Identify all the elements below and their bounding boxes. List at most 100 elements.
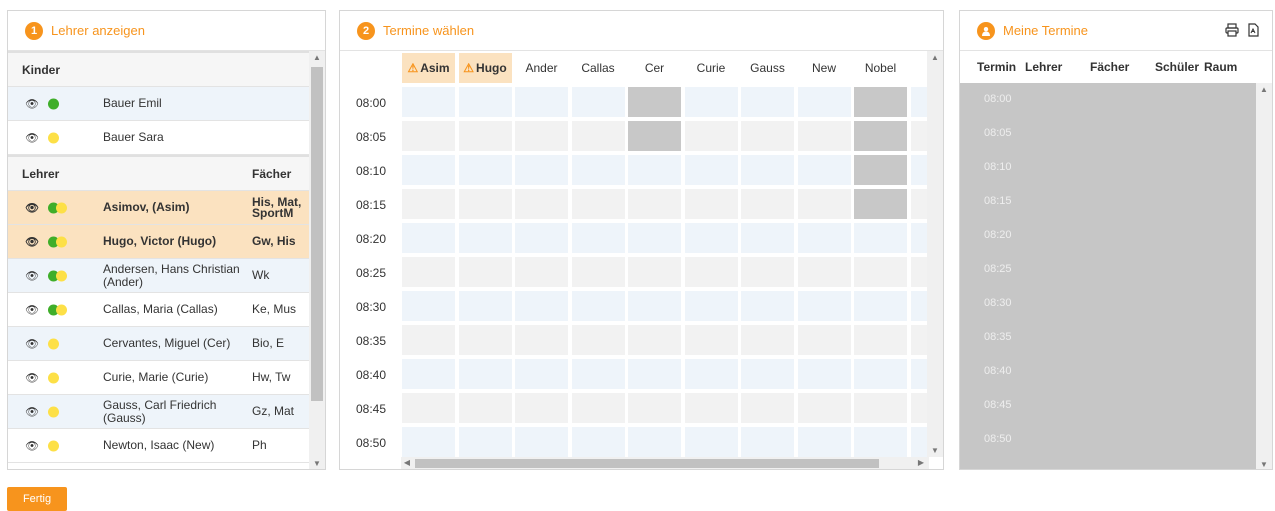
time-slot[interactable]: [571, 189, 625, 219]
time-slot[interactable]: [741, 121, 794, 151]
time-slot[interactable]: [515, 121, 568, 151]
time-slot[interactable]: [458, 359, 512, 389]
eye-icon[interactable]: 👁: [25, 371, 39, 384]
time-slot[interactable]: [571, 121, 625, 151]
time-slot[interactable]: [571, 325, 625, 355]
time-slot[interactable]: [571, 291, 625, 321]
time-slot[interactable]: [571, 359, 625, 389]
time-slot[interactable]: [741, 325, 794, 355]
time-slot[interactable]: [797, 87, 851, 117]
eye-icon[interactable]: 👁: [25, 303, 39, 316]
time-slot[interactable]: [402, 393, 455, 423]
time-slot[interactable]: [741, 189, 794, 219]
time-slot[interactable]: [628, 291, 681, 321]
time-slot[interactable]: [854, 291, 907, 321]
time-slot[interactable]: [571, 427, 625, 457]
time-slot[interactable]: [515, 427, 568, 457]
time-slot[interactable]: [515, 325, 568, 355]
eye-icon[interactable]: 👁: [25, 201, 39, 214]
time-slot[interactable]: [402, 257, 455, 287]
scroll-right-arrow-icon[interactable]: ▶: [915, 458, 927, 467]
time-slot[interactable]: [402, 325, 455, 355]
time-slot[interactable]: [741, 393, 794, 423]
scroll-down-arrow-icon[interactable]: ▼: [927, 446, 943, 455]
time-slot[interactable]: [515, 87, 568, 117]
time-slot[interactable]: [628, 223, 681, 253]
time-slot[interactable]: [797, 223, 851, 253]
time-slot[interactable]: [741, 87, 794, 117]
time-slot[interactable]: [684, 359, 738, 389]
teacher-column-header[interactable]: Nobel: [854, 53, 907, 83]
time-slot[interactable]: [458, 155, 512, 185]
time-slot[interactable]: [684, 87, 738, 117]
time-slot[interactable]: [402, 291, 455, 321]
teacher-row[interactable]: 👁 Asimov, (Asim) His, Mat, SportM: [8, 191, 311, 225]
time-slot[interactable]: [628, 359, 681, 389]
time-slot[interactable]: [797, 189, 851, 219]
time-slot[interactable]: [571, 87, 625, 117]
time-slot[interactable]: [741, 223, 794, 253]
time-slot[interactable]: [684, 257, 738, 287]
time-slot[interactable]: [571, 223, 625, 253]
time-slot[interactable]: [571, 393, 625, 423]
time-slot[interactable]: [628, 155, 681, 185]
child-row[interactable]: 👁 Bauer Emil: [8, 87, 311, 121]
teacher-column-header[interactable]: ⚠ Asim: [402, 53, 455, 83]
teacher-row[interactable]: 👁 Curie, Marie (Curie) Hw, Tw: [8, 361, 311, 395]
time-slot[interactable]: [458, 121, 512, 151]
time-slot[interactable]: [515, 257, 568, 287]
time-slot[interactable]: [854, 223, 907, 253]
horizontal-scrollbar-thumb[interactable]: [415, 459, 879, 468]
my-appointments-vertical-scrollbar[interactable]: ▲ ▼: [1256, 83, 1272, 469]
time-slot[interactable]: [797, 427, 851, 457]
time-slot[interactable]: [515, 223, 568, 253]
time-slot[interactable]: [684, 223, 738, 253]
child-row[interactable]: 👁 Bauer Sara: [8, 121, 311, 155]
eye-icon[interactable]: 👁: [25, 405, 39, 418]
time-slot[interactable]: [458, 291, 512, 321]
teacher-column-header[interactable]: ⚠ Hugo: [458, 53, 512, 83]
time-slot[interactable]: [402, 359, 455, 389]
print-icon[interactable]: [1225, 23, 1239, 40]
time-slot[interactable]: [741, 155, 794, 185]
schedule-vertical-scrollbar[interactable]: ▲ ▼: [927, 51, 943, 457]
time-slot[interactable]: [797, 359, 851, 389]
time-slot[interactable]: [402, 223, 455, 253]
time-slot[interactable]: [684, 189, 738, 219]
time-slot[interactable]: [684, 393, 738, 423]
time-slot[interactable]: [854, 427, 907, 457]
time-slot[interactable]: [458, 257, 512, 287]
time-slot[interactable]: [458, 325, 512, 355]
done-button[interactable]: Fertig: [7, 487, 67, 511]
time-slot[interactable]: [628, 393, 681, 423]
time-slot[interactable]: [571, 257, 625, 287]
pdf-icon[interactable]: [1247, 23, 1260, 40]
scrollbar-thumb[interactable]: [311, 67, 323, 401]
time-slot[interactable]: [854, 257, 907, 287]
time-slot[interactable]: [402, 155, 455, 185]
time-slot[interactable]: [797, 393, 851, 423]
time-slot[interactable]: [797, 257, 851, 287]
time-slot[interactable]: [684, 155, 738, 185]
time-slot[interactable]: [628, 189, 681, 219]
time-slot[interactable]: [741, 291, 794, 321]
time-slot[interactable]: [628, 257, 681, 287]
time-slot[interactable]: [797, 325, 851, 355]
time-slot[interactable]: [628, 427, 681, 457]
teacher-column-header[interactable]: Callas: [572, 53, 625, 83]
time-slot[interactable]: [684, 121, 738, 151]
time-slot[interactable]: [854, 393, 907, 423]
time-slot[interactable]: [797, 291, 851, 321]
teacher-column-header[interactable]: Cer: [628, 53, 681, 83]
time-slot[interactable]: [515, 189, 568, 219]
teacher-column-header[interactable]: Curie: [685, 53, 738, 83]
time-slot[interactable]: [684, 325, 738, 355]
time-slot[interactable]: [402, 87, 455, 117]
scroll-up-arrow-icon[interactable]: ▲: [309, 53, 325, 62]
teacher-column-header[interactable]: Ander: [515, 53, 568, 83]
teacher-row[interactable]: 👁 Hugo, Victor (Hugo) Gw, His: [8, 225, 311, 259]
time-slot[interactable]: [458, 87, 512, 117]
time-slot[interactable]: [854, 325, 907, 355]
teacher-row[interactable]: 👁 Newton, Isaac (New) Ph: [8, 429, 311, 463]
scroll-down-arrow-icon[interactable]: ▼: [309, 459, 325, 468]
